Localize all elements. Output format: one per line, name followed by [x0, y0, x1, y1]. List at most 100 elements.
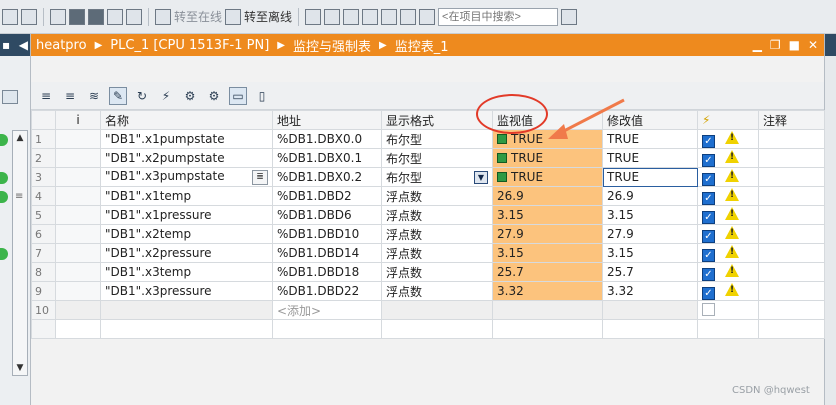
- add-new-row[interactable]: 10 <添加>: [31, 300, 825, 320]
- maximize-icon[interactable]: ■: [789, 38, 800, 52]
- split-horizontal-icon[interactable]: [400, 8, 417, 25]
- scroll-down-icon[interactable]: ▼: [13, 361, 27, 375]
- comment-cell[interactable]: [758, 129, 825, 149]
- search-binoculars-icon[interactable]: [561, 8, 578, 25]
- tag-name-cell[interactable]: "DB1".x1pressure: [100, 205, 273, 225]
- address-column-header[interactable]: 地址: [272, 110, 382, 130]
- expanded-mode-icon[interactable]: ▯: [253, 87, 271, 105]
- comment-cell[interactable]: [758, 224, 825, 244]
- modify-value-cell[interactable]: 25.7: [602, 262, 698, 282]
- tag-name-cell[interactable]: "DB1".x2pressure: [100, 243, 273, 263]
- modify-value-cell[interactable]: 3.32: [602, 281, 698, 301]
- tag-browse-icon[interactable]: ≣: [252, 170, 268, 185]
- address-cell[interactable]: %DB1.DBX0.0: [272, 129, 382, 149]
- format-cell[interactable]: 浮点数: [381, 262, 493, 282]
- modify-icon[interactable]: ⚡: [157, 87, 175, 105]
- insert-row-icon[interactable]: ≡: [37, 87, 55, 105]
- address-cell[interactable]: %DB1.DBD18: [272, 262, 382, 282]
- modify-value-cell[interactable]: 26.9: [602, 186, 698, 206]
- monitor-all-icon[interactable]: ✎: [109, 86, 127, 105]
- table-row[interactable]: 7 "DB1".x2pressure %DB1.DBD14 浮点数 3.15 3…: [31, 243, 825, 263]
- tree-toolbar-icon[interactable]: [2, 90, 18, 104]
- enable-peripheral-icon[interactable]: ⚙: [205, 87, 223, 105]
- modify-checkbox[interactable]: ✓: [702, 153, 715, 167]
- address-cell[interactable]: %DB1.DBX0.2: [272, 167, 382, 187]
- go-online-icon[interactable]: [155, 8, 171, 25]
- modify-selected-icon[interactable]: ⚙: [181, 87, 199, 105]
- comment-cell[interactable]: [758, 243, 825, 263]
- modify-checkbox[interactable]: ✓: [702, 210, 715, 224]
- tag-name-cell[interactable]: "DB1".x2pumpstate: [100, 148, 273, 168]
- split-vertical-icon[interactable]: [419, 8, 436, 25]
- modify-checkbox[interactable]: ✓: [702, 286, 715, 300]
- address-cell[interactable]: %DB1.DBD14: [272, 243, 382, 263]
- format-cell[interactable]: 布尔型: [381, 148, 493, 168]
- compile-icon[interactable]: [50, 8, 66, 25]
- format-cell[interactable]: 浮点数: [381, 243, 493, 263]
- tag-name-cell[interactable]: "DB1".x3temp: [100, 262, 273, 282]
- stop-cpu-icon[interactable]: [362, 8, 379, 25]
- cross-reference-icon[interactable]: [324, 8, 341, 25]
- address-cell[interactable]: %DB1.DBD10: [272, 224, 382, 244]
- scroll-grip-icon[interactable]: ≡: [15, 191, 25, 202]
- download-icon[interactable]: [69, 8, 85, 25]
- comment-cell[interactable]: [758, 262, 825, 282]
- monitor-now-icon[interactable]: ↻: [133, 87, 151, 105]
- redo-icon[interactable]: [21, 8, 37, 25]
- table-row[interactable]: 3 "DB1".x3pumpstate ≣ %DB1.DBX0.2 布尔型 ▼ TR…: [31, 167, 825, 187]
- accessible-devices-icon[interactable]: [305, 8, 322, 25]
- close-icon[interactable]: ✕: [808, 38, 818, 52]
- modify-checkbox[interactable]: [702, 303, 715, 316]
- tag-name-cell[interactable]: "DB1".x1temp: [100, 186, 273, 206]
- show-columns-icon[interactable]: ▭: [229, 86, 247, 105]
- modify-value-cell[interactable]: [602, 300, 698, 320]
- go-online-button[interactable]: 转至在线: [174, 8, 222, 25]
- add-row-icon[interactable]: ≡: [61, 87, 79, 105]
- simulation-icon[interactable]: [107, 8, 123, 25]
- minimize-icon[interactable]: ▁: [753, 38, 762, 52]
- address-cell[interactable]: %DB1.DBD22: [272, 281, 382, 301]
- format-cell[interactable]: [381, 300, 493, 320]
- table-row[interactable]: 8 "DB1".x3temp %DB1.DBD18 浮点数 25.7 25.7 …: [31, 262, 825, 282]
- info-column-header[interactable]: i: [55, 110, 101, 130]
- breadcrumb-watch-table[interactable]: 监控表_1: [395, 36, 449, 55]
- restore-icon[interactable]: ❐: [770, 38, 781, 52]
- breadcrumb-watch-tables[interactable]: 监控与强制表: [293, 36, 371, 55]
- undo-icon[interactable]: [2, 8, 18, 25]
- comment-cell[interactable]: [758, 167, 825, 187]
- modify-value-cell[interactable]: TRUE: [602, 167, 698, 187]
- project-search-input[interactable]: [438, 7, 559, 26]
- address-cell[interactable]: %DB1.DBX0.1: [272, 148, 382, 168]
- modify-now-icon[interactable]: ≋: [85, 87, 103, 105]
- modify-flag-column-header[interactable]: ⚡: [697, 110, 759, 130]
- modify-value-cell[interactable]: 3.15: [602, 243, 698, 263]
- start-simulation-icon[interactable]: [126, 8, 142, 25]
- comment-cell[interactable]: [758, 300, 825, 320]
- left-scrollbar[interactable]: ▲ ≡ ▼: [12, 130, 28, 376]
- modify-checkbox[interactable]: ✓: [702, 134, 715, 148]
- table-row[interactable]: 6 "DB1".x2temp %DB1.DBD10 浮点数 27.9 27.9 …: [31, 224, 825, 244]
- tag-name-cell[interactable]: "DB1".x2temp: [100, 224, 273, 244]
- breadcrumb-plc[interactable]: PLC_1 [CPU 1513F-1 PN]: [110, 38, 269, 53]
- modify-checkbox[interactable]: ✓: [702, 229, 715, 243]
- format-cell[interactable]: 布尔型: [381, 129, 493, 149]
- format-cell[interactable]: 浮点数: [381, 205, 493, 225]
- table-row[interactable]: 1 "DB1".x1pumpstate %DB1.DBX0.0 布尔型 TRUE…: [31, 129, 825, 149]
- tag-name-cell[interactable]: "DB1".x1pumpstate: [100, 129, 273, 149]
- comment-cell[interactable]: [758, 281, 825, 301]
- modify-value-cell[interactable]: 3.15: [602, 205, 698, 225]
- table-row[interactable]: 4 "DB1".x1temp %DB1.DBD2 浮点数 26.9 26.9 ✓…: [31, 186, 825, 206]
- comment-cell[interactable]: [758, 205, 825, 225]
- format-cell[interactable]: 浮点数: [381, 281, 493, 301]
- format-cell[interactable]: 浮点数: [381, 224, 493, 244]
- diagnostics-icon[interactable]: [343, 8, 360, 25]
- modify-value-cell[interactable]: TRUE: [602, 148, 698, 168]
- add-new-placeholder[interactable]: <添加>: [272, 300, 382, 320]
- scroll-up-icon[interactable]: ▲: [13, 131, 27, 145]
- tag-name-cell[interactable]: [100, 300, 273, 320]
- modify-checkbox[interactable]: ✓: [702, 191, 715, 205]
- tag-name-cell[interactable]: "DB1".x3pressure: [100, 281, 273, 301]
- name-column-header[interactable]: 名称: [100, 110, 273, 130]
- format-cell[interactable]: 浮点数: [381, 186, 493, 206]
- table-row[interactable]: 9 "DB1".x3pressure %DB1.DBD22 浮点数 3.32 3…: [31, 281, 825, 301]
